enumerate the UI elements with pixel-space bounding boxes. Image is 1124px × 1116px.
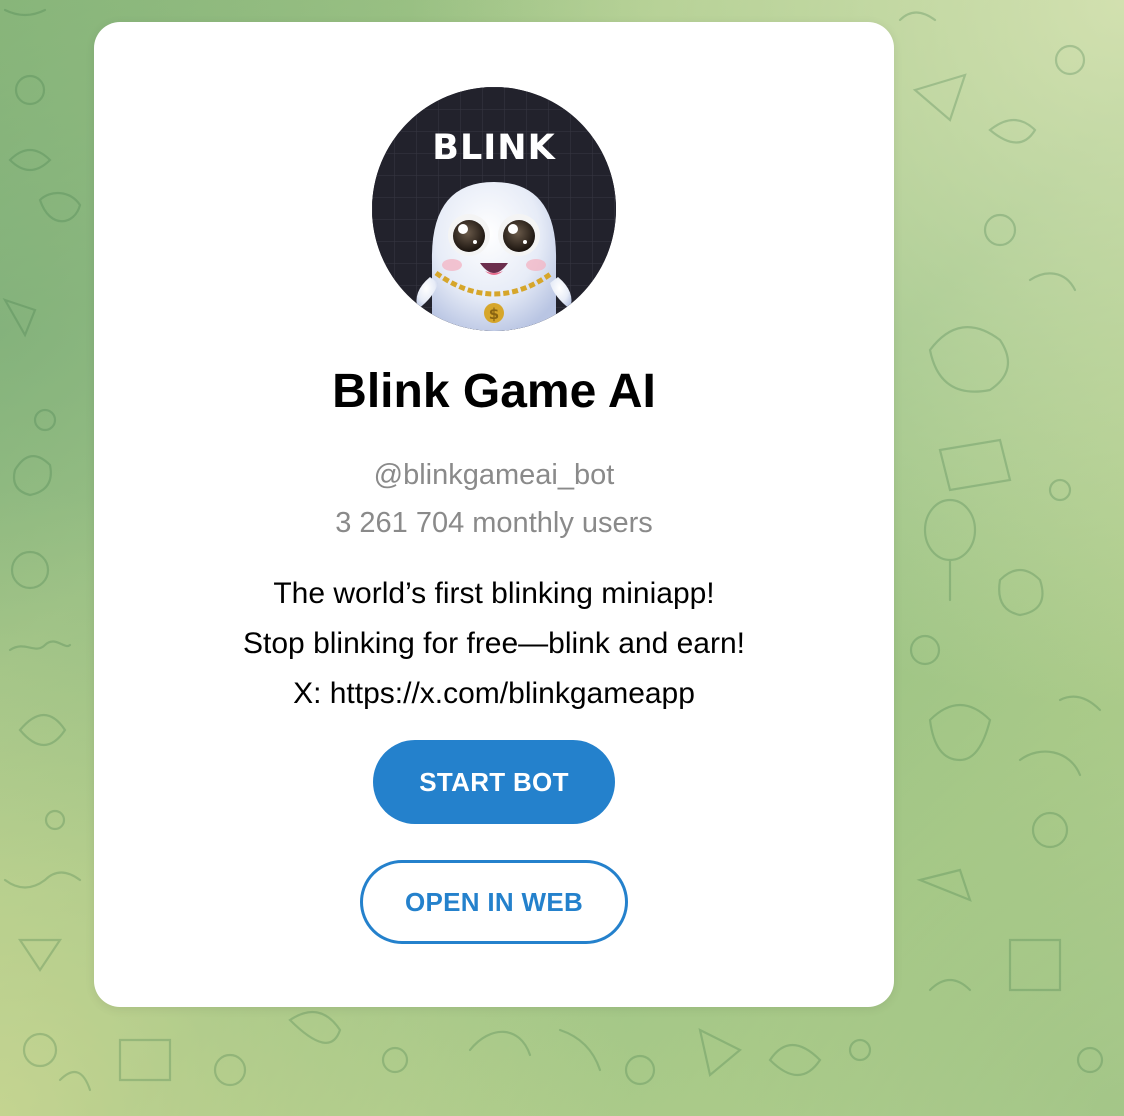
description-line: The world’s first blinking miniapp!	[273, 577, 715, 610]
bot-username: @blinkgameai_bot	[373, 459, 615, 491]
bot-avatar: BLINK $	[372, 87, 616, 331]
open-in-web-button[interactable]: OPEN IN WEB	[360, 860, 628, 944]
svg-text:$: $	[489, 305, 499, 323]
bot-profile-card: BLINK $ Blink Game AI @blinkgameai_bot 3…	[94, 22, 894, 1007]
start-bot-button[interactable]: START BOT	[373, 740, 615, 824]
bot-name: Blink Game AI	[332, 365, 656, 418]
avatar-logo-text: BLINK	[432, 128, 556, 168]
description-line: Stop blinking for free—blink and earn!	[243, 627, 745, 660]
bot-description: The world’s first blinking miniapp! Stop…	[94, 569, 894, 719]
monthly-users-count: 3 261 704 monthly users	[335, 507, 653, 539]
description-line: X: https://x.com/blinkgameapp	[293, 677, 695, 710]
